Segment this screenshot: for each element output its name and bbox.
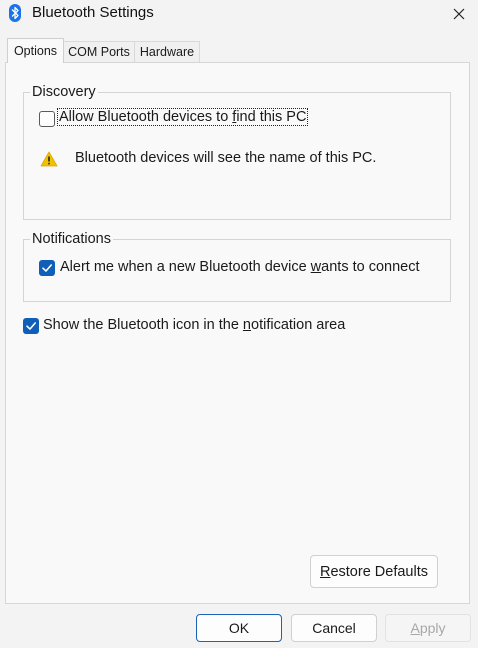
apply-button[interactable]: Apply xyxy=(385,614,471,642)
window-title: Bluetooth Settings xyxy=(32,4,154,21)
allow-discovery-label[interactable]: Allow Bluetooth devices to find this PC xyxy=(56,108,309,126)
show-tray-icon-checkbox[interactable] xyxy=(23,318,39,334)
ok-button[interactable]: OK xyxy=(196,614,282,642)
discovery-legend: Discovery xyxy=(30,84,98,100)
tab-options[interactable]: Options xyxy=(7,38,64,63)
tab-com-ports[interactable]: COM Ports xyxy=(63,41,135,62)
discovery-warning-text: Bluetooth devices will see the name of t… xyxy=(75,150,377,166)
bluetooth-icon xyxy=(9,4,21,22)
tab-hardware[interactable]: Hardware xyxy=(134,41,200,62)
cancel-button[interactable]: Cancel xyxy=(291,614,377,642)
close-button[interactable] xyxy=(440,0,478,28)
alert-new-device-checkbox[interactable] xyxy=(39,260,55,276)
alert-new-device-label[interactable]: Alert me when a new Bluetooth device wan… xyxy=(60,259,420,275)
allow-discovery-checkbox[interactable] xyxy=(39,111,55,127)
checkmark-icon xyxy=(42,264,52,272)
warning-icon xyxy=(40,151,58,167)
show-tray-icon-label[interactable]: Show the Bluetooth icon in the notificat… xyxy=(43,317,345,333)
restore-defaults-button[interactable]: Restore Defaults xyxy=(310,555,438,588)
close-icon xyxy=(453,8,465,20)
notifications-legend: Notifications xyxy=(30,231,113,247)
checkmark-icon xyxy=(26,322,36,330)
